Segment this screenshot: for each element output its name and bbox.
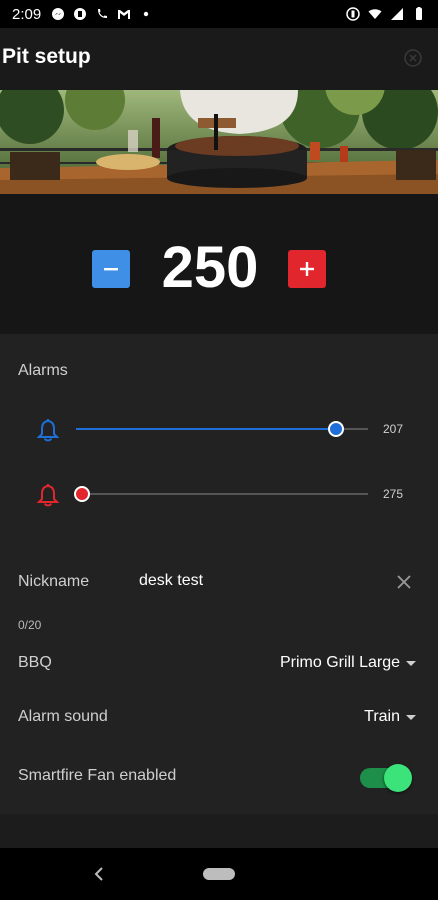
battery-icon [416,7,422,20]
bell-icon [36,419,60,442]
chevron-down-icon [406,660,416,666]
increase-temp-button[interactable] [288,250,326,288]
system-icons [346,7,426,21]
high-alarm-row: 207 [0,414,438,444]
settings-panel: Alarms 207 275 Nickname desk test 0/20 B… [0,334,438,814]
page-title: Pit setup [2,45,91,68]
home-pill[interactable] [203,868,235,880]
grill-patio-illustration [0,90,438,194]
close-circle-icon[interactable] [404,49,422,67]
status-bar: 2:09 [0,0,438,28]
nickname-counter: 0/20 [18,618,42,632]
bell-icon [36,484,60,507]
signal-icon [391,8,403,20]
alarm-sound-selected: Train [364,708,400,725]
nickname-label: Nickname [18,573,90,590]
low-alarm-value: 275 [383,487,404,501]
clear-icon[interactable] [396,574,412,590]
bottom-spacer [0,814,438,848]
nickname-input[interactable]: desk test [139,572,203,590]
wifi-icon [368,9,382,19]
smartfire-toggle[interactable] [360,764,412,792]
alarm-sound-dropdown[interactable]: Train [364,708,416,726]
chevron-down-icon [406,714,416,720]
back-icon[interactable] [92,864,106,884]
high-alarm-slider-fill [76,428,336,430]
vibrate-icon [346,7,360,21]
bbq-label: BBQ [18,654,52,671]
phone-wifi-icon [98,9,108,18]
gmail-icon [118,10,131,19]
high-alarm-slider[interactable] [76,421,368,437]
grill-photo [0,90,438,194]
low-alarm-slider[interactable] [74,486,368,502]
bbq-dropdown[interactable]: Primo Grill Large [280,654,416,672]
toggle-knob [384,764,412,792]
high-alarm-slider-thumb[interactable] [328,421,344,437]
low-alarm-row: 275 [0,479,438,509]
dot-icon [144,11,149,17]
navigation-bar [0,848,438,900]
high-alarm-value: 207 [383,422,404,436]
target-temperature: 250 [161,235,259,300]
alarm-sound-label: Alarm sound [18,708,108,725]
low-alarm-slider-thumb[interactable] [74,486,90,502]
alarms-title: Alarms [18,362,68,379]
app-bar: Pit setup [0,28,438,90]
decrease-temp-button[interactable] [92,250,130,288]
status-time: 2:09 [12,5,42,23]
minus-icon [104,268,118,271]
bbq-selected: Primo Grill Large [279,654,400,671]
plus-icon [300,262,314,276]
app-icon [74,8,87,20]
smartfire-label: Smartfire Fan enabled [18,767,177,784]
messenger-icon [52,8,65,20]
notification-icons [51,7,153,21]
temperature-panel: 250 [0,194,438,334]
